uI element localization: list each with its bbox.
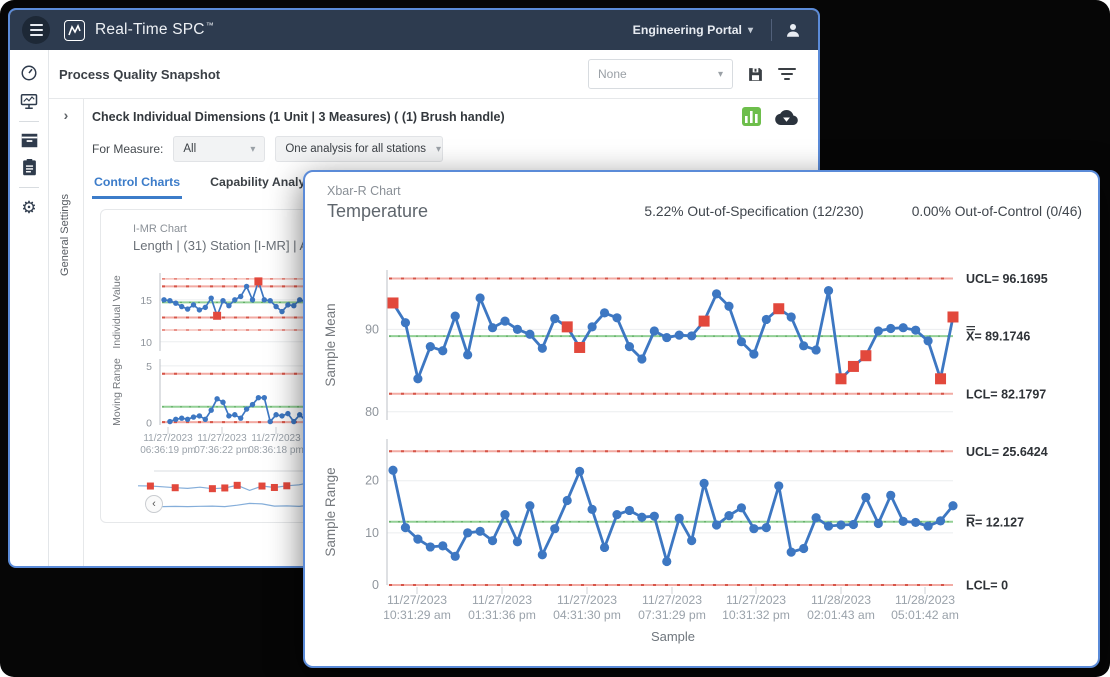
tab-control-charts[interactable]: Control Charts	[92, 175, 182, 199]
save-disk-icon	[747, 66, 764, 83]
header-divider	[771, 19, 772, 41]
chevron-down-icon: ▾	[426, 144, 441, 155]
analysis-mode-select[interactable]: One analysis for all stations ▾	[275, 136, 443, 162]
svg-text:11/27/2023: 11/27/2023	[251, 433, 301, 444]
svg-text:10: 10	[365, 526, 379, 540]
app-logo-icon	[64, 20, 85, 41]
out-of-control-stat: 0.00% Out-of-Control (0/46)	[912, 204, 1082, 219]
svg-text:10: 10	[140, 337, 152, 349]
svg-text:05:01:42 am: 05:01:42 am	[891, 608, 959, 622]
gear-icon: ⚙	[21, 199, 36, 216]
save-button[interactable]	[747, 66, 764, 83]
svg-text:Sample Range: Sample Range	[323, 467, 338, 556]
svg-text:11/27/2023: 11/27/2023	[472, 593, 532, 607]
sidebar-item-dashboard[interactable]	[20, 64, 38, 82]
filter-button[interactable]	[778, 67, 796, 81]
xbar-chart-kicker: Xbar-R Chart	[327, 184, 428, 198]
svg-text:LCL= 82.1797: LCL= 82.1797	[966, 387, 1046, 401]
svg-text:Sample Mean: Sample Mean	[323, 303, 338, 386]
screenshot-canvas: Real-Time SPC™ Engineering Portal ▾	[0, 0, 1110, 677]
svg-text:11/27/2023: 11/27/2023	[557, 593, 617, 607]
svg-text:80: 80	[365, 405, 379, 419]
svg-text:Moving Range: Moving Range	[111, 358, 123, 426]
xbar-chart-title: Temperature	[327, 201, 428, 222]
sidebar-divider	[19, 187, 39, 188]
svg-text:0: 0	[146, 418, 152, 430]
svg-text:LCL= 0: LCL= 0	[966, 579, 1008, 593]
svg-text:Sample: Sample	[651, 629, 695, 644]
portal-dropdown[interactable]: Engineering Portal ▾	[627, 22, 759, 38]
svg-text:UCL= 25.6424: UCL= 25.6424	[966, 445, 1048, 459]
template-select-value: None	[598, 67, 627, 81]
hamburger-icon	[30, 24, 43, 26]
menu-button[interactable]	[22, 16, 50, 44]
svg-text:Individual Value: Individual Value	[111, 275, 123, 349]
rail-label: General Settings	[59, 194, 71, 276]
svg-text:07:31:29 pm: 07:31:29 pm	[638, 608, 706, 622]
xbar-r-chart: 90 80 Sample Mean UCL= 96.1695 X= 89.1746 LCL…	[305, 232, 1100, 668]
svg-text:11/28/2023: 11/28/2023	[811, 593, 871, 607]
analysis-title: Check Individual Dimensions (1 Unit | 3 …	[92, 110, 505, 124]
svg-text:11/27/2023: 11/27/2023	[387, 593, 447, 607]
svg-text:15: 15	[140, 295, 152, 307]
app-title: Real-Time SPC™	[95, 21, 214, 39]
svg-text:11/27/2023: 11/27/2023	[642, 593, 702, 607]
chevron-down-icon: ▾	[240, 144, 255, 155]
trademark-mark: ™	[206, 21, 214, 30]
svg-text:11/27/2023: 11/27/2023	[726, 593, 786, 607]
svg-text:01:31:36 pm: 01:31:36 pm	[468, 608, 536, 622]
sidebar-item-spc-monitor[interactable]	[20, 93, 38, 110]
template-select[interactable]: None ▾	[588, 59, 733, 89]
svg-text:11/28/2023: 11/28/2023	[895, 593, 955, 607]
chart-view-icon[interactable]	[742, 107, 761, 126]
svg-text:UCL= 96.1695: UCL= 96.1695	[966, 272, 1048, 286]
app-header: Real-Time SPC™ Engineering Portal ▾	[10, 10, 818, 50]
svg-text:07:36:22 pm: 07:36:22 pm	[194, 445, 250, 456]
rail-collapse-button[interactable]: ›	[62, 105, 71, 125]
archive-box-icon	[21, 133, 38, 148]
svg-text:08:36:18 pm: 08:36:18 pm	[248, 445, 304, 456]
sidebar-item-settings[interactable]: ⚙	[21, 199, 36, 216]
svg-text:R= 12.127: R= 12.127	[966, 515, 1024, 529]
svg-text:11/27/2023: 11/27/2023	[197, 433, 247, 444]
user-account-icon[interactable]	[784, 21, 802, 39]
xbar-r-header: Xbar-R Chart Temperature 5.22% Out-of-Sp…	[305, 172, 1098, 222]
svg-text:06:36:19 pm: 06:36:19 pm	[140, 445, 196, 456]
xbar-r-window: Xbar-R Chart Temperature 5.22% Out-of-Sp…	[303, 170, 1100, 668]
svg-text:20: 20	[365, 474, 379, 488]
sidebar: ⚙	[10, 50, 49, 568]
svg-text:11/27/2023: 11/27/2023	[143, 433, 193, 444]
navigator-collapse-button[interactable]: ‹	[145, 495, 163, 513]
svg-text:02:01:43 am: 02:01:43 am	[807, 608, 875, 622]
svg-text:5: 5	[146, 361, 152, 373]
cloud-export-button[interactable]	[775, 109, 798, 125]
gauge-icon	[20, 64, 38, 82]
svg-text:10:31:32 pm: 10:31:32 pm	[722, 608, 790, 622]
sidebar-divider	[19, 121, 39, 122]
measure-controls: For Measure: All ▾ One analysis for all …	[88, 126, 818, 162]
cloud-icon	[775, 109, 798, 125]
sidebar-item-checklist[interactable]	[22, 159, 37, 176]
measure-select[interactable]: All ▾	[173, 136, 265, 162]
svg-text:0: 0	[372, 578, 379, 592]
filter-icon	[778, 67, 796, 81]
page-title: Process Quality Snapshot	[59, 67, 220, 82]
svg-text:10:31:29 am: 10:31:29 am	[383, 608, 451, 622]
for-measure-label: For Measure:	[92, 142, 163, 156]
chevron-down-icon: ▾	[748, 25, 753, 36]
monitor-chart-icon	[20, 93, 38, 110]
chevron-down-icon: ▾	[718, 69, 723, 80]
svg-text:90: 90	[365, 322, 379, 336]
svg-text:X= 89.1746: X= 89.1746	[966, 330, 1030, 344]
portal-label: Engineering Portal	[633, 23, 742, 37]
page-toolbar: Process Quality Snapshot None ▾	[49, 50, 818, 99]
bar-chart-icon	[745, 111, 758, 123]
general-settings-rail: › General Settings	[49, 99, 84, 568]
clipboard-icon	[22, 159, 37, 176]
out-of-spec-stat: 5.22% Out-of-Specification (12/230)	[644, 204, 863, 219]
svg-text:04:31:30 pm: 04:31:30 pm	[553, 608, 621, 622]
sidebar-item-materials[interactable]	[21, 133, 38, 148]
